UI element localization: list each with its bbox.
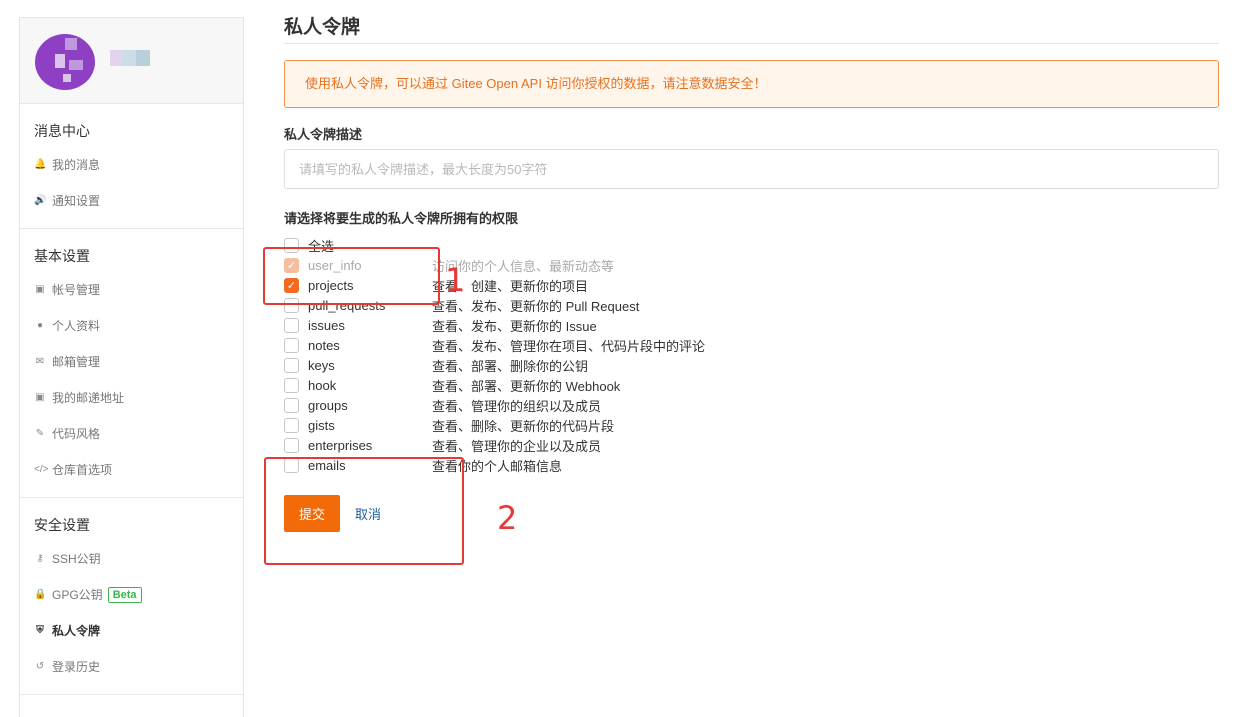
sidebar-section: 安全设置 ⚷ SSH公钥 🔒 GPG公钥 Beta ⛨ 私人令牌 ↺ 登录历史 (20, 498, 243, 695)
sidebar-item-label: 通知设置 (52, 194, 101, 208)
sidebar-section: 基本设置 ▣ 帐号管理 ● 个人资料 ✉ 邮箱管理 ▣ 我的邮递地址 ✎ 代码风格 </> 仓库首选项 (20, 229, 243, 498)
permission-checkbox[interactable] (284, 377, 299, 393)
sidebar-item-label: 登录历史 (52, 660, 101, 674)
permission-row[interactable]: issues 查看、发布、更新你的 Issue (284, 315, 1219, 335)
permission-description: 查看、管理你的组织以及成员 (432, 398, 602, 414)
annotation-number-2: 2 (497, 499, 518, 537)
annotation-box-2 (264, 457, 464, 565)
sidebar-section: 消息中心 🔔 我的消息 🔊 通知设置 (20, 104, 243, 229)
sidebar-item[interactable]: ✎ 代码风格 (20, 416, 243, 452)
sidebar-section-title: 安全设置 (34, 517, 90, 533)
permission-name[interactable]: enterprises (308, 438, 432, 453)
code-icon: </> (34, 464, 49, 475)
annotation-box-1 (263, 247, 440, 305)
sidebar-item[interactable]: 🔒 GPG公钥 Beta (20, 577, 243, 613)
page-title: 私人令牌 (284, 0, 1219, 44)
permission-checkbox[interactable] (284, 357, 299, 373)
permission-name[interactable]: gists (308, 418, 432, 433)
user-icon: ● (36, 320, 44, 331)
lock-icon: 🔒 (34, 589, 47, 600)
permission-checkbox[interactable] (284, 337, 299, 353)
permission-name[interactable]: groups (308, 398, 432, 413)
sidebar-item[interactable]: 🔔 我的消息 (20, 147, 243, 183)
sidebar: 消息中心 🔔 我的消息 🔊 通知设置基本设置 ▣ 帐号管理 ● 个人资料 ✉ 邮箱管理 ▣ 我的邮递地址… (19, 17, 244, 717)
sidebar-item[interactable]: ↺ 登录历史 (20, 649, 243, 685)
sidebar-item-label: SSH公钥 (52, 552, 101, 566)
permission-description: 查看、删除、更新你的代码片段 (432, 418, 615, 434)
sidebar-item-label: 我的邮递地址 (52, 391, 125, 405)
sidebar-item[interactable]: ⚷ SSH公钥 (20, 541, 243, 577)
permission-checkbox[interactable] (284, 417, 299, 433)
sidebar-item-label: 私人令牌 (52, 624, 101, 638)
brush-icon: ✎ (35, 428, 45, 439)
agent-icon: ⛨ (36, 625, 44, 636)
sidebar-item-label: 个人资料 (52, 319, 101, 333)
permission-name[interactable]: issues (308, 318, 432, 333)
speaker-icon: 🔊 (34, 195, 47, 206)
permission-description: 查看、管理你的企业以及成员 (432, 438, 602, 454)
permission-description: 查看、发布、更新你的 Issue (432, 318, 597, 334)
sidebar-section-title: 基本设置 (34, 248, 90, 264)
sidebar-item-label: 仓库首选项 (52, 463, 113, 477)
bell-icon: 🔔 (34, 159, 47, 170)
permission-row[interactable]: gists 查看、删除、更新你的代码片段 (284, 415, 1219, 435)
sidebar-item[interactable]: ● 个人资料 (20, 308, 243, 344)
permission-description: 查看、部署、更新你的 Webhook (432, 378, 621, 394)
username-blurred (110, 50, 150, 66)
id-card-icon: ▣ (35, 284, 45, 295)
sidebar-item-label: GPG公钥 (52, 588, 103, 602)
avatar[interactable] (35, 34, 95, 90)
permission-name[interactable]: notes (308, 338, 432, 353)
security-notice: 使用私人令牌，可以通过 Gitee Open API 访问你授权的数据，请注意数… (284, 60, 1219, 108)
permission-description: 查看、部署、删除你的公钥 (432, 358, 589, 374)
sidebar-item[interactable]: ▣ 我的邮递地址 (20, 380, 243, 416)
sidebar-item-label: 邮箱管理 (52, 355, 101, 369)
permission-name[interactable]: keys (308, 358, 432, 373)
profile-card (20, 18, 243, 104)
permission-name[interactable]: hook (308, 378, 432, 393)
sidebar-item-label: 我的消息 (52, 158, 101, 172)
sidebar-item[interactable]: ✉ 邮箱管理 (20, 344, 243, 380)
token-desc-label: 私人令牌描述 (284, 127, 363, 142)
permission-row[interactable]: hook 查看、部署、更新你的 Webhook (284, 375, 1219, 395)
permission-row[interactable]: notes 查看、发布、管理你在项目、代码片段中的评论 (284, 335, 1219, 355)
sidebar-item[interactable]: ⛨ 私人令牌 (20, 613, 243, 649)
permission-row[interactable]: groups 查看、管理你的组织以及成员 (284, 395, 1219, 415)
permission-checkbox[interactable] (284, 317, 299, 333)
envelope-icon: ✉ (35, 356, 45, 367)
permissions-label: 请选择将要生成的私人令牌所拥有的权限 (284, 211, 519, 226)
sidebar-nav: 消息中心 🔔 我的消息 🔊 通知设置基本设置 ▣ 帐号管理 ● 个人资料 ✉ 邮箱管理 ▣ 我的邮递地址… (20, 104, 243, 695)
permission-description: 查看、发布、管理你在项目、代码片段中的评论 (432, 338, 706, 354)
permission-checkbox[interactable] (284, 437, 299, 453)
annotation-number-1: 1 (445, 261, 466, 299)
sidebar-item-label: 帐号管理 (52, 283, 101, 297)
permission-row[interactable]: keys 查看、部署、删除你的公钥 (284, 355, 1219, 375)
sidebar-section-title: 消息中心 (34, 123, 90, 139)
sidebar-item[interactable]: 🔊 通知设置 (20, 183, 243, 219)
sidebar-item-label: 代码风格 (52, 427, 101, 441)
permission-row[interactable]: enterprises 查看、管理你的企业以及成员 (284, 435, 1219, 455)
beta-badge: Beta (107, 587, 142, 603)
key-icon: ⚷ (36, 553, 44, 564)
history-icon: ↺ (35, 661, 45, 672)
sidebar-item[interactable]: </> 仓库首选项 (20, 452, 243, 488)
sidebar-item[interactable]: ▣ 帐号管理 (20, 272, 243, 308)
address-card-icon: ▣ (35, 392, 45, 403)
token-desc-input[interactable] (284, 149, 1219, 189)
permission-checkbox[interactable] (284, 397, 299, 413)
